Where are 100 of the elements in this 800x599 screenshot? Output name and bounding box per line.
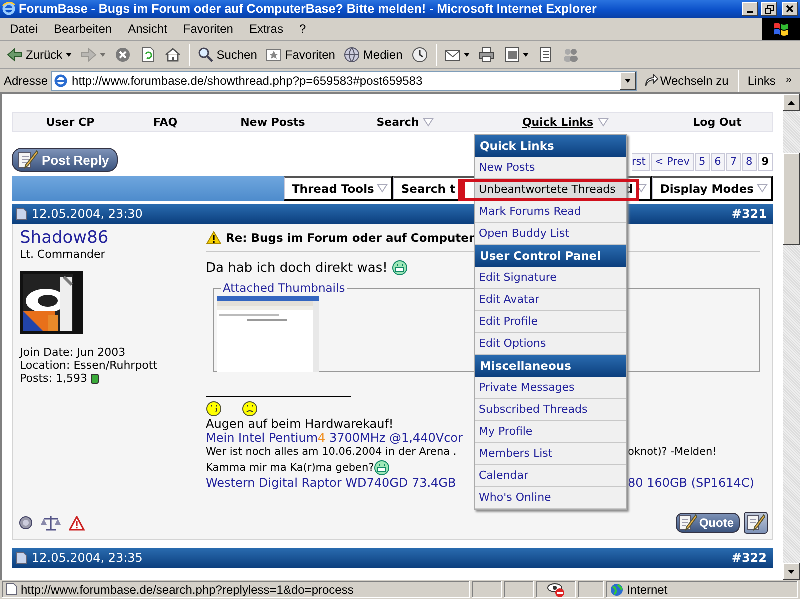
page-link[interactable]: 6 (710, 153, 726, 171)
status-pane (504, 581, 534, 598)
zone-label: Internet (627, 582, 668, 596)
signature-text: Wer ist noch alles am 10.06.2004 in der Arena . (206, 445, 457, 460)
quote-button[interactable]: Quote (676, 513, 740, 533)
signature-text: Augen auf beim Hardwarekauf! (206, 417, 394, 431)
signature-text: Kamma mir ma Ka(r)ma geben? (206, 460, 374, 476)
edit-button[interactable] (744, 512, 768, 534)
author-name[interactable]: Shadow86 (20, 228, 194, 248)
status-pane (578, 581, 604, 598)
document-icon (504, 46, 520, 62)
menu-header: Quick Links (475, 135, 626, 157)
globe-button[interactable]: Medien (341, 46, 406, 64)
menu-item[interactable]: Edit Avatar (475, 289, 626, 311)
toolbar-menu[interactable]: Display Modes (652, 176, 773, 201)
arrow-down-icon (788, 570, 795, 574)
report-icon[interactable] (69, 516, 85, 530)
join-date: Join Date: Jun 2003 (20, 346, 127, 359)
page-link[interactable]: 5 (694, 153, 710, 171)
menu-item[interactable]: Calendar (475, 465, 626, 487)
menu-item[interactable]: Favoriten (175, 22, 242, 36)
scrollbar-thumb[interactable] (783, 153, 800, 245)
star-button[interactable]: Favoriten (263, 46, 338, 64)
links-button[interactable]: Links » (744, 74, 796, 88)
menu-header: Miscellaneous (475, 355, 626, 377)
printer-icon (478, 46, 495, 62)
scroll-down-button[interactable] (783, 563, 800, 580)
caret-icon (377, 184, 388, 193)
menu-item[interactable]: New Posts (475, 157, 626, 179)
menu-item[interactable]: Edit Signature (475, 267, 626, 289)
user-rank: Lt. Commander (20, 248, 106, 261)
close-button[interactable] (782, 2, 798, 16)
page-link[interactable]: 7 (726, 153, 741, 171)
post-message: Da hab ich doch direkt was! (206, 260, 388, 276)
dropdown-button[interactable] (620, 72, 636, 90)
post-date: 12.05.2004, 23:30 (32, 207, 143, 221)
menu-item[interactable]: Bearbeiten (46, 22, 120, 36)
signature-link[interactable]: Mein Intel Pentium4 3700MHz @1,440Vcor (206, 431, 463, 445)
offline-icon[interactable] (19, 516, 33, 530)
go-arrow-icon (644, 74, 658, 88)
menu-item[interactable]: ? (291, 22, 314, 36)
logo-icon (762, 18, 800, 40)
post-number[interactable]: #322 (732, 551, 767, 565)
minimize-button[interactable] (742, 2, 758, 16)
nav-link[interactable]: User CP (13, 113, 128, 131)
post-date: 12.05.2004, 23:35 (32, 551, 143, 565)
scales-icon[interactable] (41, 515, 61, 531)
signature-link[interactable]: Western Digital Raptor WD740GD 73.4GB (206, 476, 456, 490)
page-link[interactable]: 8 (742, 153, 757, 171)
page-link[interactable]: rst (632, 153, 650, 171)
search-button[interactable]: Suchen (194, 46, 260, 64)
smiley-icon (392, 260, 408, 276)
pencil-paper-icon (747, 514, 765, 532)
back-button[interactable]: Zurück (4, 46, 75, 64)
menu-item[interactable]: Mark Forums Read (475, 201, 626, 223)
scroll-up-button[interactable] (783, 94, 800, 111)
status-text: http://www.forumbase.de/search.php?replyless=1&do=process (21, 582, 354, 596)
toolbar-menu[interactable]: Thread Tools (284, 176, 394, 201)
stop-icon (114, 46, 131, 62)
page-icon (6, 583, 18, 596)
smiley-icon (206, 401, 222, 417)
menu-item[interactable]: Datei (2, 22, 46, 36)
user-location: Location: Essen/Ruhrpott (20, 359, 159, 372)
post-count: Posts: 1,593 (20, 372, 88, 385)
caret-icon (625, 78, 632, 82)
menu-item[interactable]: My Profile (475, 421, 626, 443)
page-link[interactable]: 9 (758, 153, 773, 171)
caret-icon (757, 184, 768, 193)
address-field[interactable]: http://www.forumbase.de/showthread.php?p=659583#post659583 (51, 70, 638, 90)
warning-icon (206, 231, 222, 245)
address-label: Adresse (4, 74, 48, 88)
menu-item[interactable]: Edit Profile (475, 311, 626, 333)
post-number[interactable]: #321 (732, 207, 767, 221)
menu-item[interactable]: Subscribed Threads (475, 399, 626, 421)
menu-item[interactable]: Extras (241, 22, 292, 36)
restore-button[interactable] (761, 2, 777, 16)
menu-item[interactable]: Members List (475, 443, 626, 465)
arrow-up-icon (788, 100, 795, 104)
signature-link[interactable]: 80 160GB (SP1614C) (628, 476, 760, 490)
go-button[interactable]: Wechseln zu (640, 74, 733, 88)
menu-item[interactable]: Private Messages (475, 377, 626, 399)
nav-link[interactable]: Log Out (663, 113, 772, 131)
status-pane (472, 581, 502, 598)
globe-icon (610, 582, 624, 596)
home-icon (164, 46, 181, 62)
post-reply-button[interactable]: Post Reply (12, 148, 118, 172)
nav-link[interactable]: Quick Links (468, 113, 663, 131)
nav-link[interactable]: New Posts (203, 113, 343, 131)
attachments-label: Attached Thumbnails (222, 282, 346, 294)
nav-link[interactable]: Search (343, 113, 468, 131)
menu-item[interactable]: Who's Online (475, 487, 626, 509)
notes-icon (538, 46, 554, 62)
menu-item[interactable]: Ansicht (120, 22, 176, 36)
post-title: Re: Bugs im Forum oder auf Computer (226, 231, 475, 245)
page-link[interactable]: < Prev (650, 153, 694, 171)
browser-icon (54, 74, 68, 88)
browser-icon (2, 2, 16, 16)
nav-link[interactable]: FAQ (128, 113, 203, 131)
people-icon (562, 46, 579, 62)
search-icon (198, 46, 214, 62)
